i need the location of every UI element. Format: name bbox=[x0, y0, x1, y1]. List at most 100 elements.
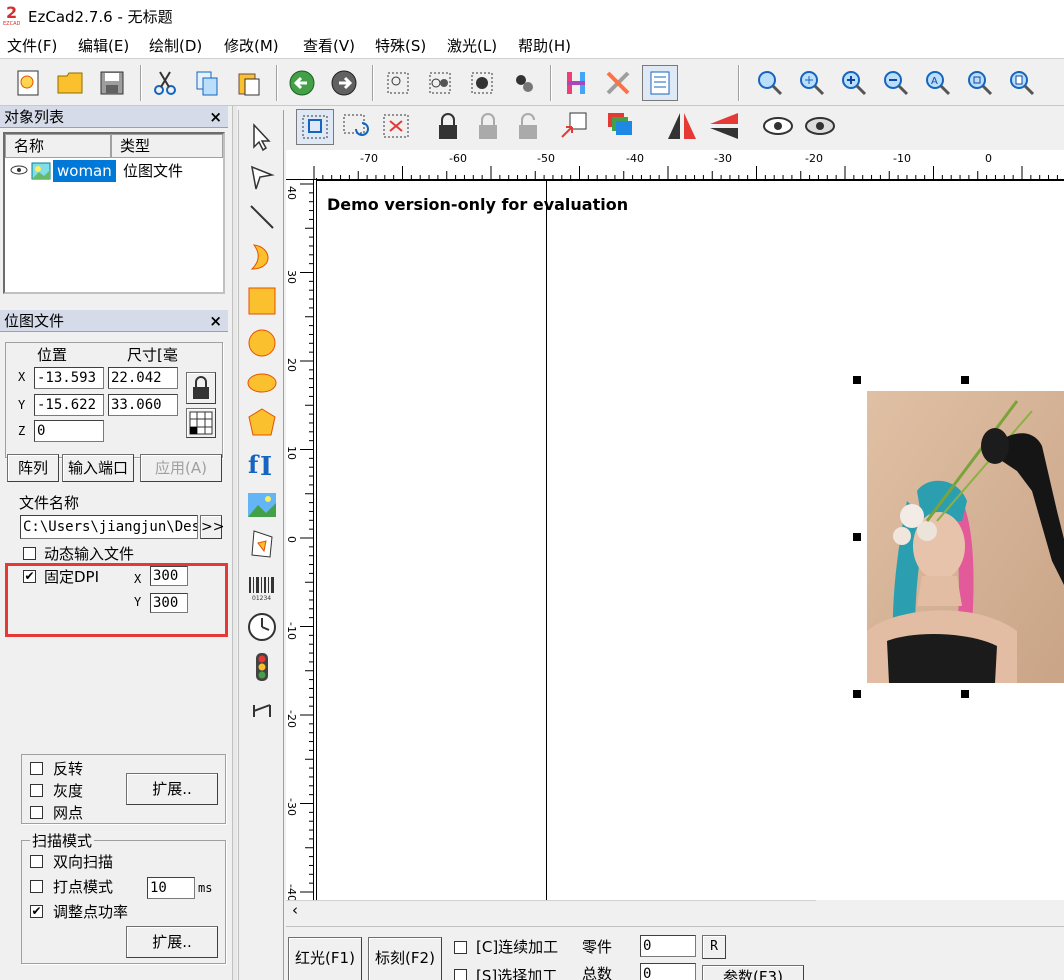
lock-icon[interactable] bbox=[430, 109, 466, 145]
pos-z-input[interactable]: 0 bbox=[34, 420, 104, 442]
filename-input[interactable]: C:\Users\jiangjun\Des bbox=[20, 515, 198, 539]
gray-checkbox[interactable] bbox=[30, 784, 43, 797]
new-file-icon[interactable] bbox=[10, 65, 46, 101]
combine-icon[interactable] bbox=[464, 65, 500, 101]
node-edit-icon[interactable] bbox=[245, 160, 279, 194]
split-icon[interactable] bbox=[506, 65, 542, 101]
select-process-checkbox[interactable] bbox=[454, 969, 467, 980]
selection-handle[interactable] bbox=[853, 376, 861, 384]
menu-file[interactable]: 文件(F) bbox=[7, 35, 57, 56]
zoom-out-icon[interactable] bbox=[878, 65, 914, 101]
zoom-window-icon[interactable] bbox=[794, 65, 830, 101]
menu-modify[interactable]: 修改(M) bbox=[224, 35, 279, 56]
dynamic-input-checkbox[interactable] bbox=[23, 547, 36, 560]
zoom-selected-icon[interactable] bbox=[962, 65, 998, 101]
list-view-icon[interactable] bbox=[642, 65, 678, 101]
pos-x-input[interactable]: -13.593 bbox=[34, 367, 104, 389]
continuous-checkbox[interactable] bbox=[454, 941, 467, 954]
io-signal-icon[interactable] bbox=[245, 650, 279, 684]
menu-special[interactable]: 特殊(S) bbox=[375, 35, 426, 56]
redo-icon[interactable] bbox=[326, 65, 362, 101]
dot-mode-checkbox[interactable] bbox=[30, 880, 43, 893]
params-button[interactable]: 参数(F3) bbox=[702, 965, 804, 980]
show-eye-icon[interactable] bbox=[760, 109, 796, 145]
zoom-page-icon[interactable] bbox=[1004, 65, 1040, 101]
zoom-in-icon[interactable] bbox=[836, 65, 872, 101]
select-arrow-icon[interactable] bbox=[245, 120, 279, 154]
set-origin-icon[interactable] bbox=[556, 109, 592, 145]
tools-icon[interactable] bbox=[600, 65, 636, 101]
selection-handle[interactable] bbox=[853, 690, 861, 698]
dither-checkbox[interactable] bbox=[30, 806, 43, 819]
show-eye-icon-2[interactable] bbox=[802, 109, 838, 145]
expand-button-1[interactable]: 扩展.. bbox=[126, 773, 218, 805]
lock-ratio-button[interactable] bbox=[186, 372, 216, 404]
close-icon[interactable]: × bbox=[209, 106, 222, 128]
bitmap-tool-icon[interactable] bbox=[245, 488, 279, 522]
mirror-vertical-icon[interactable] bbox=[706, 109, 742, 145]
table-row[interactable]: woman 位图文件 bbox=[5, 160, 223, 182]
line-tool-icon[interactable] bbox=[245, 200, 279, 234]
dot-ms-input[interactable]: 10 bbox=[147, 877, 195, 899]
vector-file-icon[interactable] bbox=[245, 528, 279, 562]
copy-icon[interactable] bbox=[189, 65, 225, 101]
group-icon[interactable] bbox=[380, 65, 416, 101]
drawing-canvas[interactable]: -70 -60 -50 -40 -30 -20 -10 0 40 30 20 1… bbox=[286, 150, 1064, 900]
open-folder-icon[interactable] bbox=[52, 65, 88, 101]
order-layers-icon[interactable] bbox=[604, 109, 640, 145]
eye-icon[interactable] bbox=[9, 163, 29, 181]
select-entity-icon[interactable] bbox=[296, 109, 334, 145]
select-rotate-icon[interactable] bbox=[338, 109, 376, 145]
browse-button[interactable]: >> bbox=[200, 515, 224, 539]
input-port-button[interactable]: 输入端口 bbox=[62, 454, 134, 482]
ungroup-icon[interactable] bbox=[422, 65, 458, 101]
barcode-tool-icon[interactable]: 01234 bbox=[245, 570, 279, 604]
anchor-grid-button[interactable] bbox=[186, 408, 216, 438]
scroll-left-icon[interactable]: ‹ bbox=[292, 901, 298, 919]
hatch-h-icon[interactable] bbox=[558, 65, 594, 101]
total-input[interactable]: 0 bbox=[640, 963, 696, 980]
mark-button[interactable]: 标刻(F2) bbox=[368, 937, 442, 980]
paste-icon[interactable] bbox=[231, 65, 267, 101]
adjust-power-checkbox[interactable]: ✔ bbox=[30, 905, 43, 918]
menu-help[interactable]: 帮助(H) bbox=[518, 35, 571, 56]
size-y-input[interactable]: 33.060 bbox=[108, 394, 178, 416]
pos-y-input[interactable]: -15.622 bbox=[34, 394, 104, 416]
bidir-scan-checkbox[interactable] bbox=[30, 855, 43, 868]
zoom-all-icon[interactable]: A bbox=[920, 65, 956, 101]
rectangle-tool-icon[interactable] bbox=[245, 284, 279, 318]
menu-draw[interactable]: 绘制(D) bbox=[149, 35, 202, 56]
close-icon[interactable]: × bbox=[209, 310, 222, 332]
circle-tool-icon[interactable] bbox=[245, 326, 279, 360]
invert-checkbox[interactable] bbox=[30, 762, 43, 775]
column-header-name[interactable]: 名称 bbox=[5, 134, 111, 158]
unlock-icon[interactable] bbox=[470, 109, 506, 145]
expand-button-2[interactable]: 扩展.. bbox=[126, 926, 218, 958]
red-light-button[interactable]: 红光(F1) bbox=[288, 937, 362, 980]
size-x-input[interactable]: 22.042 bbox=[108, 367, 178, 389]
selection-handle[interactable] bbox=[853, 533, 861, 541]
object-name-woman[interactable]: woman bbox=[53, 160, 116, 182]
curve-tool-icon[interactable] bbox=[245, 240, 279, 274]
unlock-all-icon[interactable] bbox=[510, 109, 546, 145]
selection-handle[interactable] bbox=[961, 376, 969, 384]
apply-button[interactable]: 应用(A) bbox=[140, 454, 222, 482]
text-tool-icon[interactable]: fI bbox=[245, 446, 279, 480]
reset-r-button[interactable]: R bbox=[702, 935, 726, 959]
array-button[interactable]: 阵列 bbox=[7, 454, 59, 482]
menu-edit[interactable]: 编辑(E) bbox=[78, 35, 129, 56]
mirror-horizontal-icon[interactable] bbox=[664, 109, 700, 145]
parts-input[interactable]: 0 bbox=[640, 935, 696, 957]
timer-tool-icon[interactable] bbox=[245, 610, 279, 644]
zoom-icon[interactable] bbox=[752, 65, 788, 101]
panel-splitter[interactable] bbox=[232, 106, 237, 980]
select-delete-icon[interactable] bbox=[378, 109, 416, 145]
undo-icon[interactable] bbox=[284, 65, 320, 101]
selection-handle[interactable] bbox=[961, 690, 969, 698]
cut-icon[interactable] bbox=[147, 65, 183, 101]
menu-laser[interactable]: 激光(L) bbox=[447, 35, 497, 56]
menu-view[interactable]: 查看(V) bbox=[303, 35, 355, 56]
polygon-tool-icon[interactable] bbox=[245, 406, 279, 440]
save-icon[interactable] bbox=[94, 65, 130, 101]
motion-axis-icon[interactable] bbox=[245, 694, 279, 728]
